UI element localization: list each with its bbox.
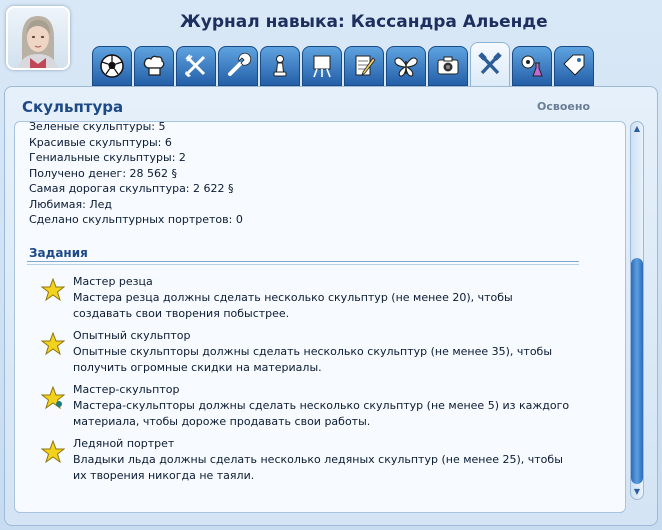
- wrench-icon: [228, 52, 252, 76]
- skill-title: Скульптура: [22, 98, 124, 116]
- tab-painting[interactable]: [302, 46, 342, 86]
- tab-trading[interactable]: [554, 46, 594, 86]
- star-icon: [41, 440, 65, 464]
- challenge-description: Владыки льда должны сделать несколько ле…: [73, 453, 563, 482]
- tab-collecting[interactable]: [386, 46, 426, 86]
- section-divider: [27, 261, 579, 265]
- stat-line: Гениальные скульптуры: 2: [29, 151, 186, 164]
- tab-logic[interactable]: [260, 46, 300, 86]
- scroll-down-icon[interactable]: ▼: [632, 487, 642, 497]
- stat-line: Самая дорогая скульптура: 2 622 §: [29, 182, 234, 195]
- tab-science[interactable]: [512, 46, 552, 86]
- page-title: Журнал навыка: Кассандра Альенде: [180, 12, 548, 32]
- chef-hat-icon: [143, 55, 165, 76]
- skill-tabs: [92, 42, 594, 87]
- challenge-name: Мастер-скульптор: [73, 383, 180, 396]
- challenge-description: Опытные скульпторы должны сделать нескол…: [73, 345, 553, 374]
- star-icon: [41, 278, 65, 302]
- challenge-name: Мастер резца: [73, 275, 153, 288]
- stat-line: Красивые скульптуры: 6: [29, 135, 172, 149]
- skill-journal-content[interactable]: Зеленые скульптуры: 5 Красивые скульптур…: [14, 121, 626, 513]
- challenge-name: Ледяной портрет: [73, 437, 175, 450]
- soccer-ball-icon: [100, 54, 124, 78]
- stat-line: Сделано скульптурных портретов: 0: [29, 213, 243, 226]
- stat-line: Любимая: Лед: [29, 197, 112, 211]
- tab-handiness[interactable]: [218, 46, 258, 86]
- challenge-description: Мастера резца должны сделать несколько с…: [73, 291, 513, 320]
- garden-tools-icon: [185, 54, 206, 77]
- challenges-heading: Задания: [29, 246, 88, 260]
- tab-cooking[interactable]: [134, 46, 174, 86]
- gear-flask-icon: [521, 55, 543, 77]
- tab-writing[interactable]: [344, 46, 384, 86]
- chess-pawn-icon: [273, 55, 287, 77]
- stat-line: Получено денег: 28 562 §: [29, 166, 178, 180]
- notepad-pencil-icon: [355, 55, 376, 76]
- star-icon: [41, 386, 65, 410]
- scroll-up-icon[interactable]: ▲: [632, 124, 642, 134]
- tab-photography[interactable]: [428, 46, 468, 86]
- stat-line: Зеленые скульптуры: 5: [29, 121, 166, 133]
- tab-sculpting[interactable]: [470, 42, 510, 86]
- scroll-thumb[interactable]: [631, 258, 643, 484]
- butterfly-icon: [394, 57, 418, 77]
- camera-icon: [437, 56, 459, 75]
- scrollbar[interactable]: ▲ ▼: [630, 121, 644, 500]
- easel-icon: [313, 55, 331, 78]
- tag-icon: [563, 54, 585, 76]
- stats-list: Зеленые скульптуры: 5 Красивые скульптур…: [29, 121, 243, 228]
- sculpting-tools-icon: [478, 51, 502, 74]
- tab-gardening[interactable]: [176, 46, 216, 86]
- challenge-description: Мастера-скульпторы должны сделать нескол…: [73, 399, 570, 428]
- status-badge: Освоено: [537, 100, 591, 113]
- tab-athletic[interactable]: [92, 46, 132, 86]
- star-icon: [41, 332, 65, 356]
- challenge-name: Опытный скульптор: [73, 329, 191, 342]
